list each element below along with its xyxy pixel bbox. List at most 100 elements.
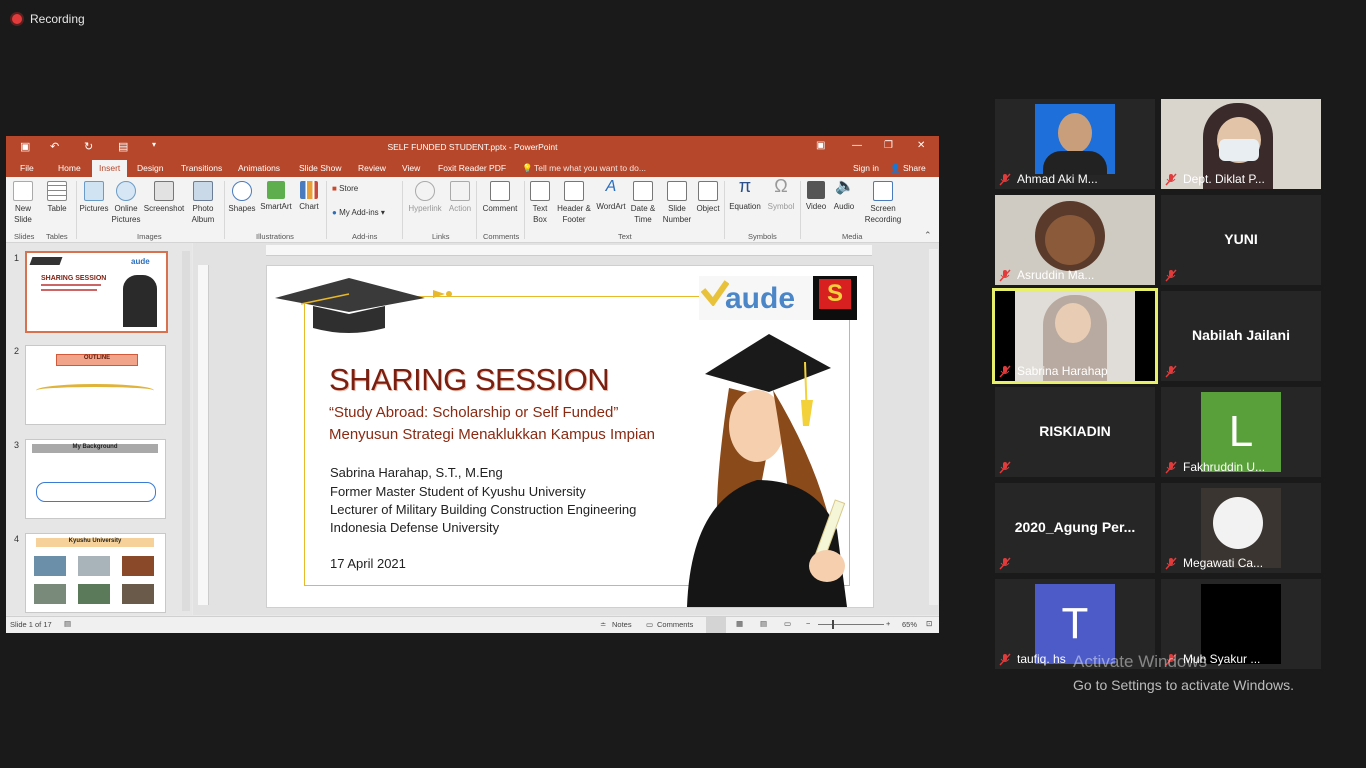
divider bbox=[524, 181, 525, 239]
thumbnail-slide-3[interactable]: My Background bbox=[25, 439, 166, 519]
date-time-button[interactable]: Date & Time bbox=[628, 181, 658, 225]
comment-button[interactable]: Comment bbox=[478, 181, 522, 214]
thumb-number: 3 bbox=[14, 440, 20, 450]
group-label: Images bbox=[137, 232, 162, 241]
screenshot-icon bbox=[154, 181, 174, 201]
chart-button[interactable]: Chart bbox=[296, 181, 322, 212]
tab-animations[interactable]: Animations bbox=[238, 163, 280, 173]
s-logo-icon: S bbox=[819, 279, 851, 309]
my-addins-button[interactable]: ● My Add-ins ▾ bbox=[332, 207, 385, 218]
participant-tile[interactable]: Nabilah Jailani bbox=[1161, 291, 1321, 381]
thumbnail-scrollbar[interactable] bbox=[182, 251, 190, 611]
close-icon[interactable]: ✕ bbox=[917, 140, 925, 151]
divider bbox=[224, 181, 225, 239]
participant-tile[interactable]: Megawati Ca... bbox=[1161, 483, 1321, 573]
tell-me-input[interactable]: Tell me what you want to do... bbox=[534, 163, 646, 173]
lightbulb-icon: 💡 bbox=[522, 163, 533, 173]
maximize-icon[interactable]: ❐ bbox=[884, 140, 893, 151]
minimize-icon[interactable]: — bbox=[852, 140, 862, 151]
zoom-level[interactable]: 65% bbox=[902, 620, 917, 629]
participant-tile[interactable]: RISKIADIN bbox=[995, 387, 1155, 477]
screen-recording-button[interactable]: Screen Recording bbox=[860, 181, 906, 225]
tab-foxit[interactable]: Foxit Reader PDF bbox=[438, 163, 506, 173]
tab-view[interactable]: View bbox=[402, 163, 420, 173]
online-pictures-button[interactable]: Online Pictures bbox=[110, 181, 142, 225]
speaker-icon: 🔈 bbox=[835, 178, 855, 195]
participant-tile[interactable]: Sabrina Harahap bbox=[992, 288, 1158, 384]
thumbnail-slide-4[interactable]: Kyushu University bbox=[25, 533, 166, 613]
equation-button[interactable]: π Equation bbox=[726, 177, 764, 212]
audio-button[interactable]: 🔈 Audio bbox=[830, 178, 858, 212]
thumb-number: 1 bbox=[14, 253, 20, 263]
thumb-line bbox=[41, 289, 97, 291]
pictures-button[interactable]: Pictures bbox=[78, 181, 110, 214]
screenshot-button[interactable]: Screenshot bbox=[142, 181, 186, 214]
thumb-photo bbox=[34, 584, 66, 604]
notes-button[interactable]: Notes bbox=[612, 620, 632, 629]
participant-tile[interactable]: Asruddin Ma... bbox=[995, 195, 1155, 285]
header-footer-button[interactable]: Header & Footer bbox=[554, 181, 594, 225]
participant-name: Sabrina Harahap bbox=[1017, 364, 1108, 378]
participant-tile[interactable]: YUNI bbox=[1161, 195, 1321, 285]
action-icon bbox=[450, 181, 470, 201]
smartart-button[interactable]: SmartArt bbox=[258, 181, 294, 212]
table-button[interactable]: Table bbox=[42, 181, 72, 214]
store-button[interactable]: ■ Store bbox=[332, 183, 358, 194]
spellcheck-icon[interactable]: ▤ bbox=[64, 619, 71, 628]
zoom-slider[interactable] bbox=[818, 624, 884, 625]
tab-file[interactable]: File bbox=[20, 163, 34, 173]
text-box-button[interactable]: Text Box bbox=[526, 181, 554, 225]
participant-tile[interactable]: Dept. Diklat P... bbox=[1161, 99, 1321, 189]
store-icon: ■ bbox=[332, 184, 337, 193]
hyperlink-button[interactable]: Hyperlink bbox=[404, 181, 446, 214]
photo-album-button[interactable]: Photo Album bbox=[186, 181, 220, 225]
symbol-button[interactable]: Ω Symbol bbox=[764, 177, 798, 212]
object-icon bbox=[698, 181, 718, 201]
sign-in-link[interactable]: Sign in bbox=[853, 163, 879, 173]
slide-sorter-icon[interactable]: ▦ bbox=[736, 619, 743, 628]
slide-number-button[interactable]: Slide Number bbox=[660, 181, 694, 225]
action-button[interactable]: Action bbox=[446, 181, 474, 214]
fit-slide-icon[interactable]: ⊡ bbox=[926, 619, 932, 628]
new-slide-button[interactable]: New Slide bbox=[8, 181, 38, 225]
smartart-icon bbox=[267, 181, 285, 199]
participant-tile[interactable]: 2020_Agung Per... bbox=[995, 483, 1155, 573]
zoom-in-icon[interactable]: + bbox=[886, 619, 890, 628]
collapse-ribbon-icon[interactable]: ⌃ bbox=[924, 230, 932, 241]
zoom-out-icon[interactable]: − bbox=[806, 619, 810, 628]
object-button[interactable]: Object bbox=[694, 181, 722, 214]
slide-canvas[interactable]: aude S SHARING SESSION “Study Abroad: Sc… bbox=[266, 265, 874, 608]
normal-view-icon[interactable] bbox=[706, 617, 726, 633]
thumb-number: 4 bbox=[14, 534, 20, 544]
tab-home[interactable]: Home bbox=[58, 163, 81, 173]
comments-button[interactable]: Comments bbox=[657, 620, 693, 629]
wordart-button[interactable]: A WordArt bbox=[594, 179, 628, 212]
zoom-slider-thumb[interactable] bbox=[832, 620, 834, 629]
divider bbox=[326, 181, 327, 239]
reading-view-icon[interactable]: ▤ bbox=[760, 619, 767, 628]
tab-review[interactable]: Review bbox=[358, 163, 386, 173]
tab-slide-show[interactable]: Slide Show bbox=[299, 163, 342, 173]
editor-scrollbar[interactable] bbox=[929, 249, 938, 605]
muted-mic-icon bbox=[1165, 557, 1177, 570]
tab-transitions[interactable]: Transitions bbox=[181, 163, 222, 173]
tab-design[interactable]: Design bbox=[137, 163, 163, 173]
slideshow-icon[interactable]: ▭ bbox=[784, 619, 791, 628]
thumbnail-slide-1[interactable]: SHARING SESSION aude bbox=[25, 251, 168, 333]
presenter-name: Sabrina Harahap, S.T., M.Eng bbox=[330, 465, 503, 480]
chart-icon bbox=[300, 181, 318, 199]
group-label: Text bbox=[618, 232, 632, 241]
tab-insert[interactable]: Insert bbox=[92, 160, 128, 177]
slide-date: 17 April 2021 bbox=[330, 556, 406, 571]
participant-tile[interactable]: Ahmad Aki M... bbox=[995, 99, 1155, 189]
participant-name: taufiq. hs bbox=[1017, 652, 1066, 666]
ribbon-display-icon[interactable]: ▣ bbox=[816, 140, 825, 151]
participant-tile[interactable]: L Fakhruddin U... bbox=[1161, 387, 1321, 477]
thumbnail-slide-2[interactable]: OUTLINE bbox=[25, 345, 166, 425]
video-button[interactable]: Video bbox=[802, 181, 830, 212]
share-button[interactable]: Share bbox=[903, 163, 926, 173]
addins-icon: ● bbox=[332, 208, 337, 217]
shapes-button[interactable]: Shapes bbox=[226, 181, 258, 214]
share-icon[interactable]: 👤 bbox=[890, 163, 901, 174]
header-footer-icon bbox=[564, 181, 584, 201]
